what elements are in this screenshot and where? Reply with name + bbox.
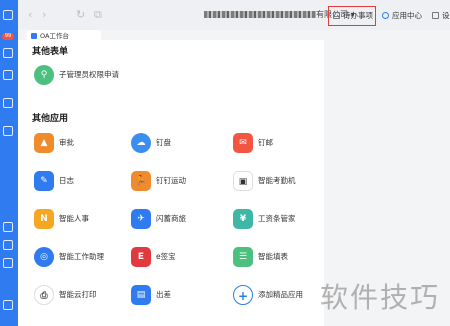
tab-oa-workbench[interactable]: OA工作台 [27,30,101,42]
app-cloud-print[interactable]: ⎙ 智能云打印 [34,285,114,305]
app-business-trip[interactable]: ▤ 出差 [131,285,211,305]
app-smart-hr[interactable]: N 智能人事 [34,209,114,229]
shield-person-icon: ⚲ [34,65,54,85]
approval-icon: ▲ [34,133,54,153]
printer-icon: ⎙ [34,285,54,305]
app-sport[interactable]: 🏃 钉钉运动 [131,171,211,191]
mail-icon: ✉ [233,133,253,153]
contacts-icon[interactable] [3,70,13,80]
more-icon[interactable] [3,258,13,268]
calendar-icon[interactable] [3,126,13,136]
unread-badge: 99 [2,33,14,40]
app-travel[interactable]: ✈ 闪蓄商旅 [131,209,211,229]
refresh-icon[interactable]: ↻ [76,9,85,21]
esign-icon: E [131,247,151,267]
app-cloud-drive[interactable]: ☁ 钉盘 [131,133,211,153]
app-work-assistant[interactable]: ◎ 智能工作助理 [34,247,124,267]
app-attendance-machine[interactable]: ▣ 智能考勤机 [233,171,323,191]
watermark: 软件技巧 [320,281,441,314]
back-icon[interactable]: ‹ [28,9,32,21]
attendance-machine-icon: ▣ [233,171,253,191]
add-icon: + [233,285,253,305]
settings-button[interactable]: 设 [432,7,450,25]
log-icon: ✎ [34,171,54,191]
running-icon: 🏃 [131,171,151,191]
settings-icon[interactable] [3,300,13,310]
section-title-other-forms: 其他表单 [32,47,69,57]
oa-icon [31,33,37,39]
messages-icon[interactable] [3,48,13,58]
business-trip-icon: ▤ [131,285,151,305]
app-center-icon [382,12,389,19]
app-add-premium[interactable]: + 添加精品应用 [233,285,323,305]
window-icon[interactable]: ⧉ [94,9,102,21]
todo-button[interactable]: 待办事项 [328,6,376,26]
app-mail[interactable]: ✉ 钉邮 [233,133,313,153]
cloud-drive-icon: ☁ [131,133,151,153]
app-salary[interactable]: ¥ 工资条管家 [233,209,323,229]
workbench-icon[interactable] [3,98,13,108]
gear-icon [432,12,439,19]
form-item-sub-admin-apply[interactable]: ⚲ 子管理员权限申请 [34,65,174,85]
forward-icon[interactable]: › [42,9,46,21]
top-bar: ‹ › ↻ ⧉ 有限公司 ▾ 待办事项 应用中心 设 [18,0,450,30]
app-log[interactable]: ✎ 日志 [34,171,114,191]
app-esign[interactable]: E e签宝 [131,247,211,267]
todo-label: 待办事项 [343,11,373,20]
salary-icon: ¥ [233,209,253,229]
left-nav-rail: 99 [0,0,18,326]
form-fill-icon: ☰ [233,247,253,267]
app-approval[interactable]: ▲ 审批 [34,133,114,153]
todo-icon [333,12,340,19]
company-name-redacted [204,11,316,18]
travel-icon: ✈ [131,209,151,229]
assistant-icon: ◎ [34,247,54,267]
avatar-icon[interactable] [3,10,13,20]
doc-icon[interactable] [3,222,13,232]
app-form-fill[interactable]: ☰ 智能填表 [233,247,313,267]
section-title-other-apps: 其他应用 [32,114,69,124]
ding-icon[interactable] [3,240,13,250]
hr-icon: N [34,209,54,229]
app-center-button[interactable]: 应用中心 [382,7,422,25]
